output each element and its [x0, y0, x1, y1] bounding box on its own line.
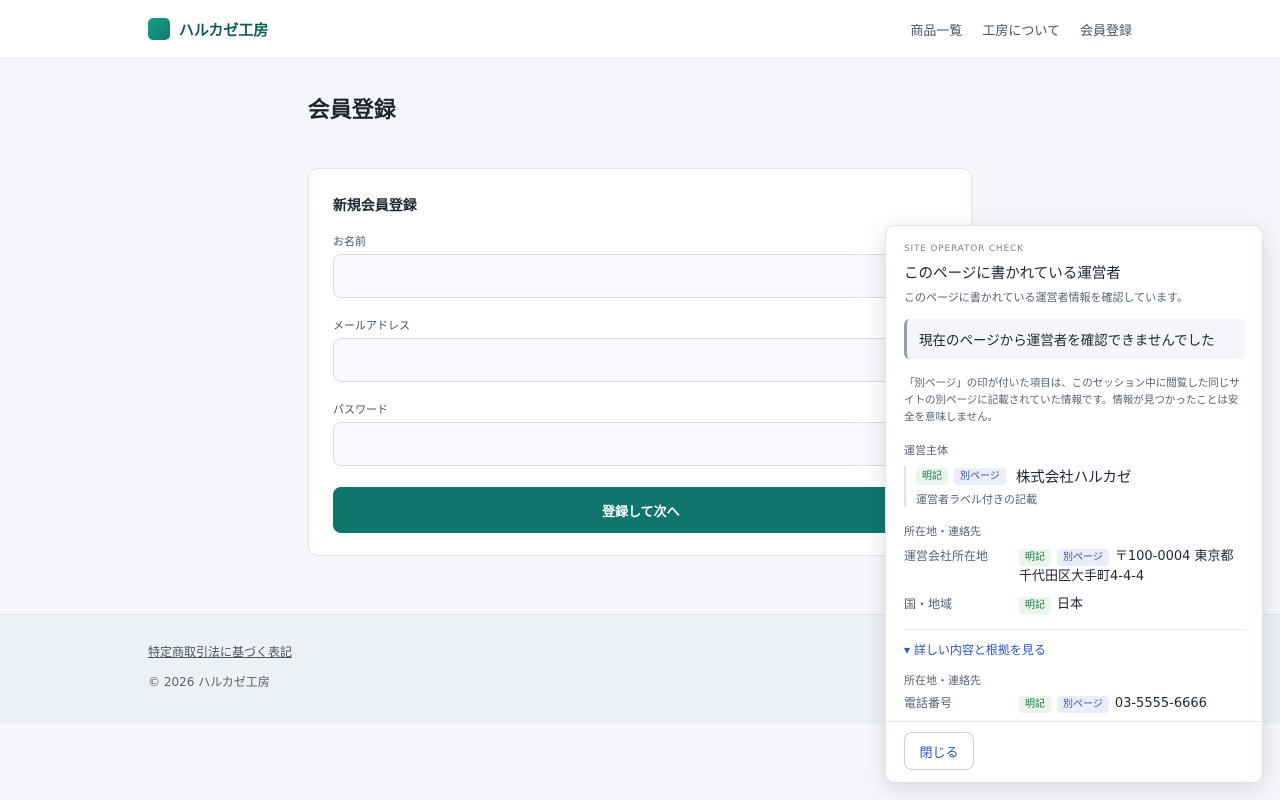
details-value: 03-5555-6666 [1114, 696, 1207, 711]
badge-other-page: 別ページ [1057, 696, 1109, 713]
name-label: お名前 [333, 235, 366, 248]
operator-section-label: 運営主体 [904, 444, 948, 457]
contact-row: 国・地域 明記 日本 [904, 595, 1246, 615]
operator-sub: 運営者ラベル付きの記載 [916, 493, 1037, 506]
badge-explicit: 明記 [1019, 597, 1051, 614]
details-toggle[interactable]: ▾ 詳しい内容と根拠を見る [904, 641, 1246, 658]
panel-title: このページに書かれている運営者 [904, 266, 1121, 282]
operator-name: 株式会社ハルカゼ [1015, 470, 1132, 486]
site-header: ハルカゼ工房 商品一覧 工房について 会員登録 [0, 0, 1280, 59]
contact-value-wrap: 明記 日本 [1019, 595, 1246, 615]
operator-check-panel: SITE OPERATOR CHECK このページに書かれている運営者 このペー… [885, 225, 1263, 783]
email-input[interactable] [333, 338, 949, 382]
panel-scroll-area[interactable]: SITE OPERATOR CHECK このページに書かれている運営者 このペー… [886, 226, 1262, 721]
details-value-wrap: 明記 別ページ 03-5555-6666 [1019, 694, 1246, 714]
email-label: メールアドレス [333, 319, 410, 332]
site-name: ハルカゼ工房 [179, 20, 269, 39]
badge-explicit: 明記 [1019, 549, 1051, 566]
logo-mark-icon [148, 18, 170, 40]
badge-other-page: 別ページ [1057, 549, 1109, 566]
badge-other-page: 別ページ [954, 468, 1006, 485]
page-title: 会員登録 [308, 98, 397, 123]
panel-eyebrow: SITE OPERATOR CHECK [904, 244, 1024, 254]
panel-description: このページに書かれている運営者情報を確認しています。 [904, 291, 1189, 304]
form-title: 新規会員登録 [333, 198, 417, 214]
badge-explicit: 明記 [1019, 696, 1051, 713]
panel-divider [904, 629, 1246, 630]
panel-note: 「別ページ」の印が付いた項目は、このセッション中に閲覧した同じサイトの別ページに… [904, 377, 1240, 423]
details-key: 電話番号 [904, 696, 953, 710]
contact-value: 日本 [1057, 597, 1084, 612]
details-section-label: 所在地・連絡先 [904, 674, 981, 687]
nav-register[interactable]: 会員登録 [1080, 20, 1132, 39]
nav-about[interactable]: 工房について [982, 20, 1060, 39]
main-nav: 商品一覧 工房について 会員登録 [890, 20, 1132, 39]
contact-value: 〒100-0004 東京都千代田区大手町4-4-4 [1019, 549, 1234, 584]
panel-footer: 閉じる [886, 721, 1262, 782]
contact-key: 運営会社所在地 [904, 549, 989, 563]
name-input[interactable] [333, 254, 949, 298]
site-logo[interactable]: ハルカゼ工房 [148, 18, 269, 40]
details-row: 電話番号 明記 別ページ 03-5555-6666 [904, 694, 1246, 714]
operator-entry: 明記 別ページ 株式会社ハルカゼ 運営者ラベル付きの記載 [904, 466, 1246, 507]
footer-legal-link[interactable]: 特定商取引法に基づく表記 [148, 643, 292, 660]
contact-key: 国・地域 [904, 597, 953, 611]
nav-products[interactable]: 商品一覧 [910, 20, 962, 39]
registration-form: 新規会員登録 お名前 メールアドレス パスワード 登録して次へ [308, 168, 972, 556]
footer-copyright: © 2026 ハルカゼ工房 [148, 675, 270, 689]
operator-notice: 現在のページから運営者を確認できませんでした [904, 319, 1246, 359]
contact-value-wrap: 明記 別ページ 〒100-0004 東京都千代田区大手町4-4-4 [1019, 547, 1246, 587]
badge-explicit: 明記 [916, 468, 948, 485]
password-input[interactable] [333, 422, 949, 466]
contact-section-label: 所在地・連絡先 [904, 525, 981, 538]
submit-button[interactable]: 登録して次へ [333, 487, 949, 533]
close-button[interactable]: 閉じる [904, 732, 974, 770]
password-label: パスワード [333, 403, 388, 416]
contact-row: 運営会社所在地 明記 別ページ 〒100-0004 東京都千代田区大手町4-4-4 [904, 547, 1246, 587]
